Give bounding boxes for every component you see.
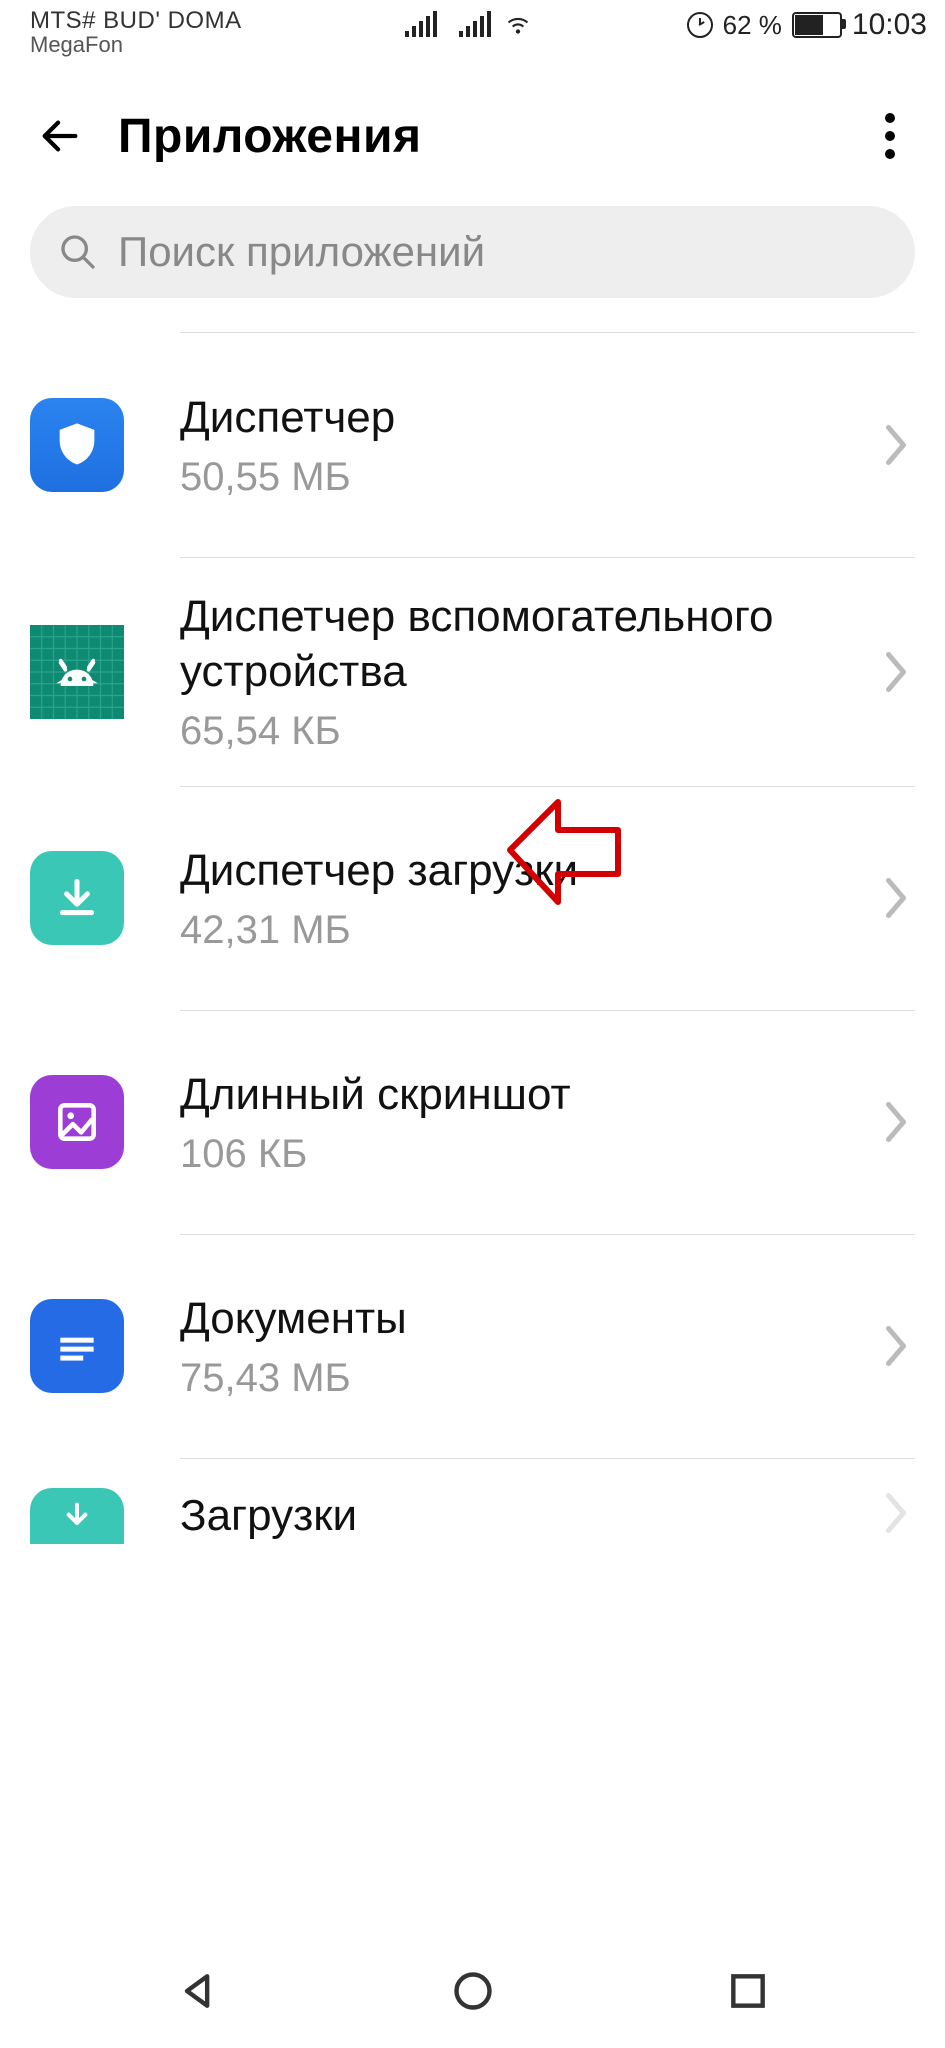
navigation-bar	[0, 1946, 945, 2048]
app-name: Длинный скриншот	[180, 1067, 869, 1122]
app-size: 106 КБ	[180, 1132, 869, 1177]
carrier-2: MegaFon	[30, 33, 242, 56]
square-icon	[726, 1969, 770, 2013]
app-size: 75,43 МБ	[180, 1356, 869, 1401]
app-icon-screenshot	[30, 1075, 124, 1169]
battery-icon	[792, 12, 842, 38]
nav-recents-button[interactable]	[718, 1961, 778, 2021]
app-size: 65,54 КБ	[180, 709, 869, 754]
app-row-download-manager[interactable]: Диспетчер загрузки 42,31 МБ	[30, 786, 915, 1010]
app-name: Загрузки	[180, 1488, 869, 1543]
app-name: Диспетчер	[180, 390, 869, 445]
download-icon	[52, 873, 102, 923]
circle-icon	[451, 1969, 495, 2013]
chevron-right-icon	[881, 1097, 911, 1147]
battery-percent: 62 %	[723, 10, 782, 41]
app-row-documents[interactable]: Документы 75,43 МБ	[30, 1234, 915, 1458]
chevron-right-icon	[881, 420, 911, 470]
status-bar: MTS# BUD' DOMA MegaFon 62 % 10:03	[0, 0, 945, 66]
app-name: Документы	[180, 1291, 869, 1346]
more-button[interactable]	[865, 106, 915, 166]
signal-2-icon	[459, 13, 491, 37]
search-field[interactable]	[30, 206, 915, 298]
wifi-icon	[505, 12, 531, 38]
chevron-right-icon	[881, 647, 911, 697]
app-row-dispatcher[interactable]: Диспетчер 50,55 МБ	[30, 333, 915, 557]
image-icon	[52, 1097, 102, 1147]
search-input[interactable]	[116, 227, 887, 277]
app-icon-docs	[30, 1299, 124, 1393]
page-header: Приложения	[0, 66, 945, 196]
clock-time: 10:03	[852, 8, 927, 42]
carrier-1: MTS# BUD' DOMA	[30, 8, 242, 33]
app-row-accessory-dispatcher[interactable]: Диспетчер вспомогательного устройства 65…	[30, 557, 915, 786]
signal-1-icon	[405, 13, 437, 37]
app-icon-android	[30, 625, 124, 719]
app-list: Диспетчер 50,55 МБ	[0, 332, 945, 1568]
back-button[interactable]	[30, 106, 90, 166]
chevron-right-icon	[881, 1321, 911, 1371]
arrow-left-icon	[37, 113, 83, 159]
nav-home-button[interactable]	[443, 1961, 503, 2021]
download-icon	[57, 1498, 97, 1538]
app-name: Диспетчер вспомогательного устройства	[180, 589, 869, 699]
triangle-left-icon	[176, 1969, 220, 2013]
chevron-right-icon	[881, 873, 911, 923]
page-title: Приложения	[118, 109, 865, 164]
search-icon	[58, 232, 98, 272]
app-row-long-screenshot[interactable]: Длинный скриншот 106 КБ	[30, 1010, 915, 1234]
clock-icon	[687, 12, 713, 38]
app-size: 50,55 МБ	[180, 455, 869, 500]
more-icon	[885, 113, 895, 123]
app-icon-download	[30, 851, 124, 945]
app-icon-downloads	[30, 1488, 124, 1544]
android-icon	[49, 644, 105, 700]
app-name: Диспетчер загрузки	[180, 843, 869, 898]
shield-icon	[51, 419, 103, 471]
app-icon-shield	[30, 398, 124, 492]
app-size: 42,31 МБ	[180, 908, 869, 953]
app-row-downloads[interactable]: Загрузки	[30, 1458, 915, 1568]
document-lines-icon	[52, 1321, 102, 1371]
chevron-right-icon	[881, 1488, 911, 1538]
nav-back-button[interactable]	[168, 1961, 228, 2021]
